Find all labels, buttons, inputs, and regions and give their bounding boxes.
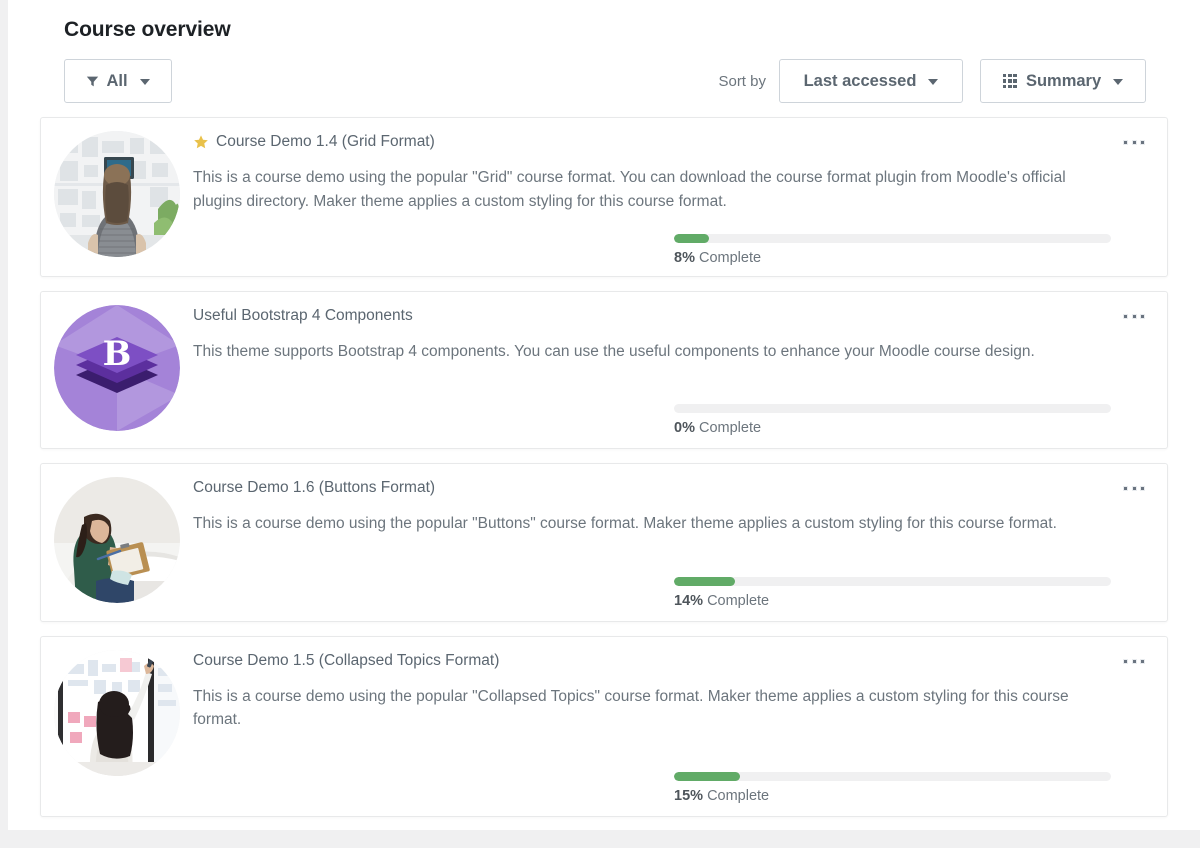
view-mode-button[interactable]: Summary [980, 59, 1146, 103]
course-summary: This theme supports Bootstrap 4 componen… [193, 343, 1035, 361]
progress-suffix: Complete [699, 250, 762, 267]
grid-icon [1002, 73, 1017, 89]
filter-all-button[interactable]: All [64, 59, 172, 103]
sort-select-button[interactable]: Last accessed [779, 59, 963, 103]
course-summary: This is a course demo using the popular … [193, 687, 1069, 729]
svg-text:B: B [103, 334, 132, 374]
course-summary: This is a course demo using the popular … [193, 169, 1066, 210]
progress-label: 15% Complete [674, 788, 1111, 804]
progress-label: 8% Complete [674, 250, 1111, 266]
course-progress: 8% Complete [674, 234, 1117, 266]
course-action-menu-button[interactable] [1119, 136, 1149, 149]
progress-value: 8% [674, 250, 695, 267]
progress-label: 0% Complete [674, 420, 1111, 436]
course-title[interactable]: Course Demo 1.4 (Grid Format) [193, 132, 1117, 152]
progress-track [674, 771, 1111, 781]
course-thumbnail-wrap [41, 637, 193, 816]
sort-by-label: Sort by [718, 72, 766, 90]
course-title-text: Course Demo 1.6 (Buttons Format) [193, 478, 436, 496]
course-card-body: Useful Bootstrap 4 Components This theme… [193, 292, 1167, 448]
photo-woman-at-whiteboard [54, 649, 180, 776]
content-area: Course overview All Sort by Last accesse… [8, 0, 1200, 848]
progress-fill [674, 576, 736, 586]
progress-track [674, 234, 1111, 244]
funnel-icon [86, 75, 99, 88]
course-progress: 15% Complete [674, 771, 1117, 804]
course-title[interactable]: Useful Bootstrap 4 Components [193, 306, 1117, 326]
course-action-menu-button[interactable] [1119, 310, 1149, 323]
course-thumbnail-wrap: B [41, 292, 193, 448]
course-action-menu-button[interactable] [1119, 482, 1149, 495]
progress-value: 0% [674, 419, 695, 436]
progress-value: 14% [674, 592, 704, 609]
chevron-down-icon [928, 79, 939, 85]
progress-track [674, 403, 1111, 413]
progress-label: 14% Complete [674, 593, 1111, 609]
course-card-list: Course Demo 1.4 (Grid Format) This is a … [40, 117, 1168, 817]
view-mode-value: Summary [1025, 71, 1102, 90]
course-thumbnail-wrap [41, 118, 193, 276]
course-progress: 14% Complete [674, 576, 1117, 609]
sort-select-value: Last accessed [803, 71, 917, 90]
bottom-band [0, 830, 1200, 848]
progress-suffix: Complete [707, 592, 770, 609]
filter-all-label: All [106, 71, 128, 90]
course-card[interactable]: Course Demo 1.6 (Buttons Format) This is… [40, 462, 1168, 622]
progress-value: 15% [674, 787, 704, 804]
course-card[interactable]: Course Demo 1.4 (Grid Format) This is a … [40, 117, 1168, 278]
progress-suffix: Complete [699, 419, 762, 436]
progress-track [674, 576, 1111, 586]
star-icon [193, 134, 209, 150]
progress-fill [674, 234, 709, 244]
course-title-text: Course Demo 1.5 (Collapsed Topics Format… [193, 651, 500, 669]
course-title[interactable]: Course Demo 1.5 (Collapsed Topics Format… [193, 651, 1117, 671]
bootstrap-logo: B [54, 305, 180, 432]
left-gutter [0, 0, 8, 848]
photo-person-at-inspiration-wall [54, 131, 180, 257]
course-card[interactable]: Course Demo 1.5 (Collapsed Topics Format… [40, 635, 1168, 817]
chevron-down-icon [139, 79, 150, 85]
page-title: Course overview [64, 18, 231, 41]
photo-woman-with-clipboard [54, 476, 180, 603]
course-progress: 0% Complete [674, 403, 1117, 436]
progress-fill [674, 771, 740, 781]
course-card-body: Course Demo 1.6 (Buttons Format) This is… [193, 464, 1167, 621]
course-title-text: Course Demo 1.4 (Grid Format) [216, 133, 435, 150]
course-action-menu-button[interactable] [1119, 655, 1149, 668]
chevron-down-icon [1113, 79, 1124, 85]
course-overview-page: Course overview All Sort by Last accesse… [0, 0, 1200, 848]
course-title[interactable]: Course Demo 1.6 (Buttons Format) [193, 478, 1117, 498]
course-thumbnail-wrap [41, 464, 193, 621]
course-controls-toolbar: All Sort by Last accessed Summary [40, 59, 1168, 103]
course-card-body: Course Demo 1.4 (Grid Format) This is a … [193, 118, 1167, 276]
course-card[interactable]: B Useful Bootstrap 4 Components This the… [40, 291, 1168, 449]
progress-suffix: Complete [707, 787, 770, 804]
course-card-body: Course Demo 1.5 (Collapsed Topics Format… [193, 637, 1167, 816]
course-title-text: Useful Bootstrap 4 Components [193, 307, 413, 325]
course-summary: This is a course demo using the popular … [193, 515, 1057, 533]
